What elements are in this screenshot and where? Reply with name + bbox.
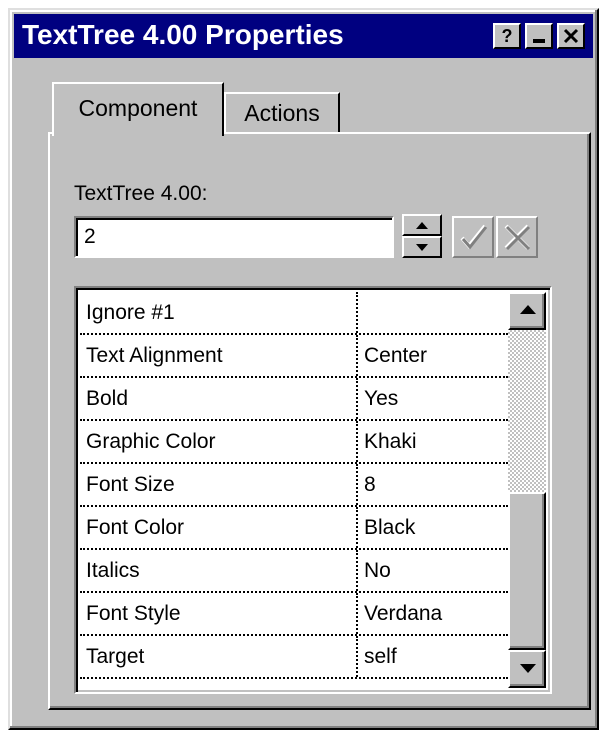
tab-actions[interactable]: Actions (224, 92, 340, 132)
minimize-icon (533, 39, 545, 43)
x-icon (504, 224, 531, 251)
component-value-input[interactable]: 2 (74, 216, 394, 258)
close-button[interactable] (557, 23, 585, 49)
help-button[interactable]: ? (493, 23, 521, 49)
property-row[interactable]: Bold Yes (80, 378, 508, 421)
property-value[interactable]: self (360, 636, 508, 677)
property-value[interactable]: 8 (360, 464, 508, 505)
accept-button[interactable] (452, 216, 494, 258)
help-icon: ? (501, 26, 513, 46)
triangle-down-icon (416, 244, 428, 251)
property-row[interactable]: Font Size 8 (80, 464, 508, 507)
property-name: Graphic Color (80, 421, 358, 462)
triangle-up-icon (416, 222, 428, 229)
tab-component-label: Component (78, 95, 198, 121)
property-value[interactable]: Black (360, 507, 508, 548)
component-field-label: TextTree 4.00: (74, 182, 208, 205)
checkmark-icon (460, 224, 488, 250)
property-list: Ignore #1 Text Alignment Center Bold Yes… (80, 292, 508, 688)
spin-down-button[interactable] (402, 236, 442, 258)
property-name: Font Color (80, 507, 358, 548)
arrow-down-icon (520, 664, 536, 673)
property-value[interactable]: No (360, 550, 508, 591)
scroll-down-button[interactable] (508, 650, 546, 688)
property-value[interactable]: Center (360, 335, 508, 376)
property-row[interactable]: Italics No (80, 550, 508, 593)
property-name: Font Style (80, 593, 358, 634)
property-grid: Ignore #1 Text Alignment Center Bold Yes… (74, 286, 552, 694)
minimize-button[interactable] (525, 23, 553, 49)
property-value[interactable]: Verdana (360, 593, 508, 634)
scroll-thumb[interactable] (508, 492, 546, 650)
tab-actions-label: Actions (244, 100, 320, 126)
title-bar[interactable]: TextTree 4.00 Properties ? (14, 14, 593, 58)
property-name: Bold (80, 378, 358, 419)
property-row[interactable]: Target self (80, 636, 508, 679)
spin-up-button[interactable] (402, 214, 442, 236)
property-row[interactable]: Graphic Color Khaki (80, 421, 508, 464)
cancel-button[interactable] (496, 216, 538, 258)
property-row[interactable]: Font Color Black (80, 507, 508, 550)
close-icon (563, 28, 579, 44)
property-value[interactable]: Yes (360, 378, 508, 419)
property-name: Italics (80, 550, 358, 591)
tab-component[interactable]: Component (52, 82, 224, 136)
property-value[interactable]: Khaki (360, 421, 508, 462)
scroll-up-button[interactable] (508, 292, 546, 330)
component-panel: TextTree 4.00: 2 Ignore #1 Text Alignmen… (48, 132, 591, 710)
property-name: Ignore #1 (80, 292, 358, 333)
property-row[interactable]: Font Style Verdana (80, 593, 508, 636)
arrow-up-icon (520, 305, 536, 314)
window-title: TextTree 4.00 Properties (22, 19, 344, 50)
vertical-scrollbar[interactable] (508, 292, 546, 688)
property-value[interactable] (360, 292, 508, 333)
properties-window: TextTree 4.00 Properties ? Component Act… (8, 8, 599, 730)
property-name: Font Size (80, 464, 358, 505)
property-row[interactable]: Ignore #1 (80, 292, 508, 335)
property-row[interactable]: Text Alignment Center (80, 335, 508, 378)
property-name: Text Alignment (80, 335, 358, 376)
property-name: Target (80, 636, 358, 677)
